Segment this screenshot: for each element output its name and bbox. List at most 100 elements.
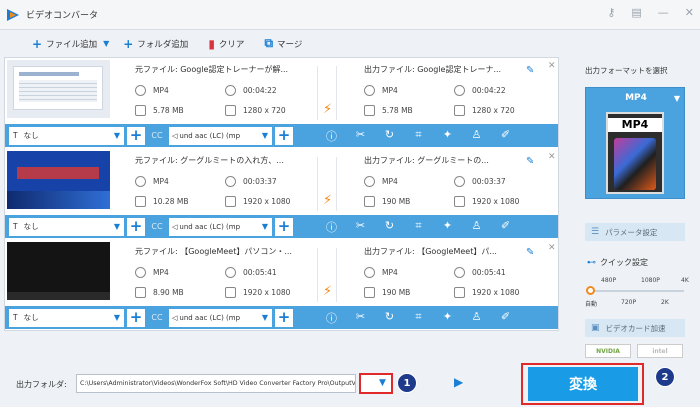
nvidia-badge[interactable]: NVIDIA — [585, 344, 631, 358]
video-thumbnail[interactable] — [7, 60, 110, 118]
edit-name-icon[interactable]: ✎ — [526, 247, 534, 258]
audio-select[interactable]: ◁ und aac (LC) (mp ▼ — [169, 126, 272, 145]
cc-icon[interactable]: CC — [148, 127, 166, 145]
cut-icon[interactable]: ✂ — [346, 219, 375, 235]
parameter-settings-label: パラメータ設定 — [605, 227, 658, 237]
source-file-name: 元ファイル: グーグルミートの入れ方、... — [135, 156, 284, 165]
subtitle-edit-icon[interactable]: ✐ — [491, 219, 520, 235]
remove-item-icon[interactable]: ✕ — [548, 243, 556, 253]
cut-icon[interactable]: ✂ — [346, 128, 375, 144]
video-thumbnail[interactable] — [7, 242, 110, 300]
gpu-acceleration-button[interactable]: ▣ ビデオカード加速 — [585, 319, 685, 337]
bolt-icon: ⚡ — [323, 193, 333, 208]
add-folder-button[interactable]: + フォルダ追加 — [123, 37, 188, 51]
info-icon[interactable]: ⓘ — [317, 310, 346, 326]
add-folder-label: フォルダ追加 — [137, 39, 189, 50]
subtitle-edit-icon[interactable]: ✐ — [491, 128, 520, 144]
chevron-down-icon: ▼ — [379, 378, 386, 388]
open-folder-icon[interactable]: ▶ — [454, 375, 472, 392]
add-file-label: ファイル追加 — [46, 39, 98, 50]
subtitle-select[interactable]: T なし ▼ — [9, 217, 124, 236]
cc-icon[interactable]: CC — [148, 218, 166, 236]
rotate-icon[interactable]: ↻ — [375, 310, 404, 326]
cut-icon[interactable]: ✂ — [346, 310, 375, 326]
minimize-icon[interactable]: — — [658, 6, 669, 19]
item-controls: T なし ▼ + CC ◁ und aac (LC) (mp ▼ + ⓘ ✂ ↻ ⌗ ✦… — [5, 215, 558, 238]
output-resolution: 1920 x 1080 — [472, 288, 520, 297]
video-thumbnail[interactable] — [7, 151, 110, 209]
watermark-icon[interactable]: ♙ — [462, 219, 491, 235]
rotate-icon[interactable]: ↻ — [375, 128, 404, 144]
item-controls: T なし ▼ + CC ◁ und aac (LC) (mp ▼ + ⓘ ✂ ↻ ⌗ ✦… — [5, 124, 558, 147]
gpu-icon: ▣ — [591, 323, 600, 333]
subtitle-edit-icon[interactable]: ✐ — [491, 310, 520, 326]
quality-1080p: 1080P — [641, 277, 660, 284]
intel-badge[interactable]: intel — [637, 344, 683, 358]
source-size: 5.78 MB — [153, 106, 184, 115]
parameter-settings-button[interactable]: ☰ パラメータ設定 — [585, 223, 685, 241]
audio-select[interactable]: ◁ und aac (LC) (mp ▼ — [169, 217, 272, 236]
output-size: 190 MB — [382, 288, 411, 297]
quality-720p: 720P — [621, 299, 637, 306]
add-file-button[interactable]: + ファイル追加 — [32, 37, 97, 51]
key-icon[interactable]: ⚷ — [607, 6, 615, 19]
effects-icon[interactable]: ✦ — [433, 219, 462, 235]
output-file-name: 出力ファイル: グーグルミートの... — [364, 156, 489, 165]
effects-icon[interactable]: ✦ — [433, 310, 462, 326]
output-path-field[interactable]: C:\Users\Administrator\Videos\WonderFox … — [76, 374, 356, 393]
watermark-icon[interactable]: ♙ — [462, 310, 491, 326]
format-icon — [135, 267, 146, 278]
crop-icon[interactable]: ⌗ — [404, 128, 433, 144]
clock-icon — [454, 176, 465, 187]
audio-select[interactable]: ◁ und aac (LC) (mp ▼ — [169, 308, 272, 327]
add-audio-button[interactable]: + — [275, 308, 293, 327]
info-icon[interactable]: ⓘ — [317, 219, 346, 235]
add-file-dropdown-icon[interactable]: ▼ — [103, 39, 109, 48]
watermark-icon[interactable]: ♙ — [462, 128, 491, 144]
subtitle-select[interactable]: T なし ▼ — [9, 126, 124, 145]
output-size: 190 MB — [382, 197, 411, 206]
settings-icon[interactable]: ▤ — [631, 6, 641, 19]
audio-value: und aac (LC) (mp — [179, 313, 241, 322]
window-title: ビデオコンバータ — [26, 11, 99, 21]
format-selector[interactable]: MP4 ▼ MP4 — [585, 87, 685, 199]
source-size: 8.90 MB — [153, 288, 184, 297]
close-icon[interactable]: ✕ — [685, 6, 694, 19]
edit-name-icon[interactable]: ✎ — [526, 65, 534, 76]
crop-icon[interactable]: ⌗ — [404, 310, 433, 326]
gpu-acceleration-label: ビデオカード加速 — [605, 323, 666, 333]
output-duration: 00:03:37 — [472, 177, 506, 186]
add-subtitle-button[interactable]: + — [127, 126, 145, 145]
info-icon[interactable]: ⓘ — [317, 128, 346, 144]
mp4-format-icon: MP4 — [606, 112, 664, 194]
effects-icon[interactable]: ✦ — [433, 128, 462, 144]
add-subtitle-button[interactable]: + — [127, 217, 145, 236]
add-audio-button[interactable]: + — [275, 217, 293, 236]
quality-4k: 4K — [681, 277, 689, 284]
cc-icon[interactable]: CC — [148, 309, 166, 327]
source-resolution: 1280 x 720 — [243, 106, 286, 115]
edit-name-icon[interactable]: ✎ — [526, 156, 534, 167]
clock-icon — [454, 267, 465, 278]
list-item: 元ファイル: Google認定トレーナーが解... MP4 00:04:22 5… — [5, 58, 558, 149]
format-icon — [364, 267, 375, 278]
rotate-icon[interactable]: ↻ — [375, 219, 404, 235]
merge-button[interactable]: ⧉ マージ — [264, 36, 302, 51]
list-item: 元ファイル: 【GoogleMeet】パソコン・... MP4 00:05:41… — [5, 240, 558, 331]
quality-slider[interactable] — [586, 286, 684, 295]
slider-handle[interactable] — [586, 286, 595, 295]
add-audio-button[interactable]: + — [275, 126, 293, 145]
subtitle-select[interactable]: T なし ▼ — [9, 308, 124, 327]
source-size: 10.28 MB — [153, 197, 189, 206]
subtitle-value: なし — [23, 313, 39, 322]
resolution-icon — [225, 196, 236, 207]
convert-button[interactable]: 変換 — [528, 367, 638, 401]
crop-icon[interactable]: ⌗ — [404, 219, 433, 235]
remove-item-icon[interactable]: ✕ — [548, 152, 556, 162]
clear-button[interactable]: ▮ クリア — [208, 37, 244, 51]
add-subtitle-button[interactable]: + — [127, 308, 145, 327]
remove-item-icon[interactable]: ✕ — [548, 61, 556, 71]
chevron-down-icon: ▼ — [673, 94, 680, 103]
output-path-dropdown[interactable]: ▼ — [359, 373, 393, 394]
source-format: MP4 — [153, 268, 169, 277]
